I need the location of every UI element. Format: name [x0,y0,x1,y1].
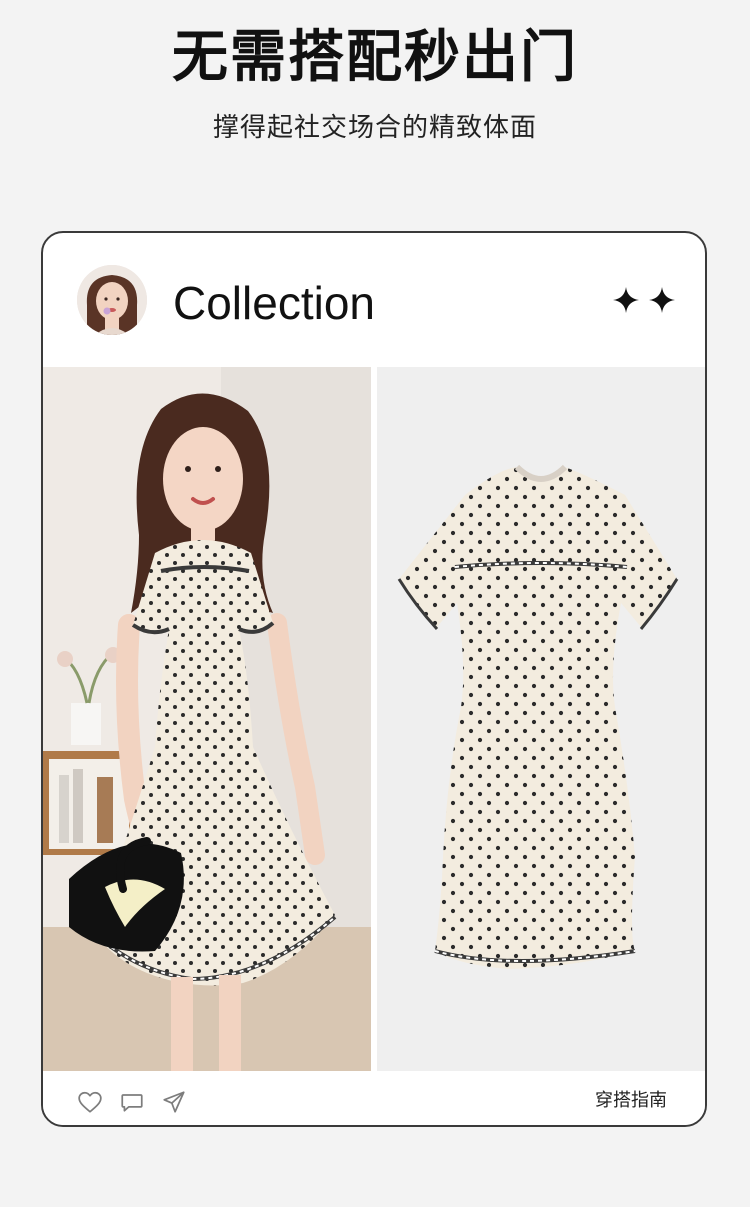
sparkle-icon [613,287,639,313]
dress-flatlay-image [377,367,705,1071]
card-header: Collection [43,233,705,367]
sparkle-group [613,287,675,313]
model-photo [43,367,371,1071]
send-icon[interactable] [161,1089,187,1115]
comment-icon[interactable] [119,1089,145,1115]
card-footer: 穿搭指南 [43,1071,705,1125]
hero-subheadline: 撑得起社交场合的精致体面 [212,113,537,143]
sparkle-icon [649,287,675,313]
heart-icon[interactable] [77,1089,103,1115]
card-title: Collection [173,277,375,329]
dress-product-photo [377,367,705,1071]
collection-card: Collection 穿搭指南 [41,231,707,1127]
styling-guide-label: 穿搭指南 [595,1090,667,1111]
footer-actions [77,1089,187,1115]
avatar [77,265,147,335]
hero-headline: 无需搭配秒出门 [172,25,578,90]
model-avatar-icon [77,265,147,335]
model-wearing-dress-image [43,367,371,1071]
photo-grid [43,367,705,1071]
